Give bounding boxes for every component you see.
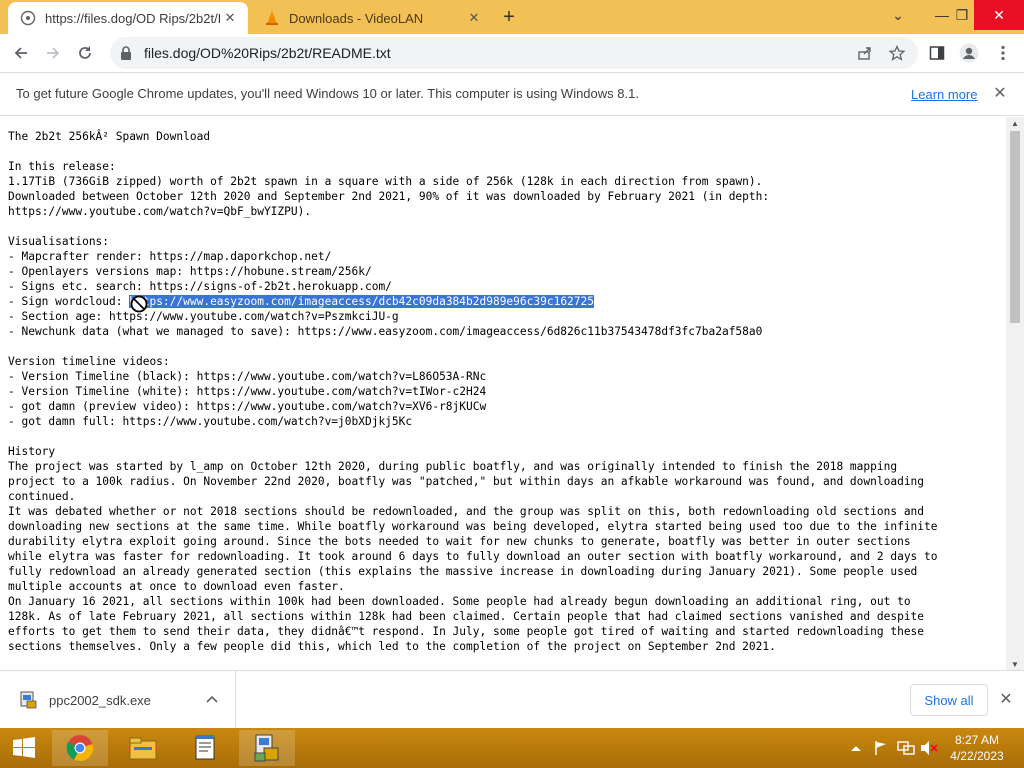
vlc-cone-icon bbox=[264, 10, 280, 26]
browser-toolbar: files.dog/OD%20Rips/2b2t/README.txt bbox=[0, 34, 1024, 72]
tab-title: Downloads - VideoLAN bbox=[289, 10, 424, 26]
doc-line: 1.17TiB (736GiB zipped) worth of 2b2t sp… bbox=[8, 175, 763, 188]
doc-line: efforts to get them to send their data, … bbox=[8, 625, 925, 638]
doc-line: multiple accounts at once to download ev… bbox=[8, 580, 345, 593]
doc-line: It was debated whether or not 2018 secti… bbox=[8, 505, 925, 518]
doc-line: History bbox=[8, 445, 56, 458]
doc-line: The 2b2t 256kÂ² Spawn Download bbox=[8, 130, 211, 143]
close-window-button[interactable]: ✕ bbox=[974, 0, 1024, 30]
tab-videolan[interactable]: Downloads - VideoLAN ✕ bbox=[252, 2, 492, 34]
doc-line: Visualisations: bbox=[8, 235, 110, 248]
tab-close-icon[interactable]: ✕ bbox=[464, 8, 484, 28]
volume-muted-icon[interactable] bbox=[920, 728, 938, 768]
tab-close-icon[interactable]: ✕ bbox=[220, 8, 240, 28]
doc-line: - Mapcrafter render: https://map.daporkc… bbox=[8, 250, 332, 263]
share-icon[interactable] bbox=[850, 37, 880, 69]
tab-strip: https://files.dog/OD Rips/2b2t/R ✕ Downl… bbox=[0, 0, 1024, 34]
update-infobar: To get future Google Chrome updates, you… bbox=[0, 72, 1024, 116]
file-explorer-taskbar-icon[interactable] bbox=[115, 730, 171, 766]
close-icon[interactable]: ✕ bbox=[990, 83, 1010, 103]
tab-search-icon[interactable]: ⌄ bbox=[878, 0, 918, 30]
profile-avatar-icon[interactable] bbox=[954, 38, 984, 68]
infobar-message: To get future Google Chrome updates, you… bbox=[16, 86, 639, 101]
bookmark-star-icon[interactable] bbox=[882, 37, 912, 69]
doc-line: 128k. As of late February 2021, all sect… bbox=[8, 610, 925, 623]
doc-line: - Version Timeline (black): https://www.… bbox=[8, 370, 487, 383]
installer-file-icon bbox=[19, 691, 37, 709]
notepad-taskbar-icon[interactable] bbox=[177, 730, 233, 766]
scrollbar-thumb[interactable] bbox=[1010, 131, 1020, 323]
taskbar-clock[interactable]: 8:27 AM 4/22/2023 bbox=[942, 732, 1012, 764]
chrome-taskbar-icon[interactable] bbox=[52, 730, 108, 766]
side-panel-icon[interactable] bbox=[922, 38, 952, 68]
doc-line: In this release: bbox=[8, 160, 116, 173]
lock-icon[interactable] bbox=[120, 46, 134, 60]
scroll-down-icon[interactable]: ▼ bbox=[1006, 658, 1024, 670]
tray-expand-icon[interactable] bbox=[850, 728, 862, 768]
not-allowed-cursor-icon bbox=[130, 295, 148, 313]
doc-line: - Newchunk data (what we managed to save… bbox=[8, 325, 763, 338]
tab-title: https://files.dog/OD Rips/2b2t/R bbox=[45, 10, 220, 26]
doc-line: durability elytra exploit going around. … bbox=[8, 535, 911, 548]
vertical-scrollbar[interactable]: ▲ ▼ bbox=[1006, 117, 1024, 670]
doc-line: - Openlayers versions map: https://hobun… bbox=[8, 265, 372, 278]
doc-line: - got damn full: https://www.youtube.com… bbox=[8, 415, 413, 428]
doc-line: - got damn (preview video): https://www.… bbox=[8, 400, 487, 413]
page-content[interactable]: The 2b2t 256kÂ² Spawn Download In this r… bbox=[0, 117, 1006, 670]
readme-text: The 2b2t 256kÂ² Spawn Download In this r… bbox=[8, 129, 938, 654]
download-item[interactable]: ppc2002_sdk.exe bbox=[0, 671, 236, 728]
address-bar[interactable]: files.dog/OD%20Rips/2b2t/README.txt bbox=[110, 37, 918, 69]
doc-line: - Sign wordcloud: bbox=[8, 295, 130, 308]
clock-time: 8:27 AM bbox=[954, 733, 1000, 747]
doc-line: Downloaded between October 12th 2020 and… bbox=[8, 190, 770, 203]
doc-line: continued. bbox=[8, 490, 76, 503]
close-shelf-icon[interactable]: ✕ bbox=[996, 689, 1016, 709]
chevron-up-icon[interactable] bbox=[204, 691, 220, 707]
back-icon[interactable] bbox=[6, 38, 36, 68]
doc-line: sections themselves. Only a few people d… bbox=[8, 640, 776, 653]
selected-link-text[interactable]: https://www.easyzoom.com/imageaccess/dcb… bbox=[129, 295, 594, 308]
network-icon[interactable] bbox=[897, 728, 915, 768]
scroll-up-icon[interactable]: ▲ bbox=[1006, 117, 1024, 129]
windows-start-icon[interactable] bbox=[0, 728, 48, 768]
url-text[interactable]: files.dog/OD%20Rips/2b2t/README.txt bbox=[144, 45, 391, 61]
doc-line: - Signs etc. search: https://signs-of-2b… bbox=[8, 280, 392, 293]
action-center-flag-icon[interactable] bbox=[873, 728, 889, 768]
downloads-shelf: ppc2002_sdk.exe Show all ✕ bbox=[0, 670, 1024, 728]
new-tab-button[interactable]: + bbox=[498, 6, 520, 28]
doc-line: Version timeline videos: bbox=[8, 355, 170, 368]
doc-line: - Version Timeline (white): https://www.… bbox=[8, 385, 487, 398]
download-filename: ppc2002_sdk.exe bbox=[49, 693, 151, 708]
installer-taskbar-icon[interactable] bbox=[239, 730, 295, 766]
globe-icon bbox=[20, 10, 36, 26]
tab-readme[interactable]: https://files.dog/OD Rips/2b2t/R ✕ bbox=[8, 2, 248, 34]
forward-icon[interactable] bbox=[38, 38, 68, 68]
doc-line: On January 16 2021, all sections within … bbox=[8, 595, 911, 608]
menu-kebab-icon[interactable] bbox=[988, 38, 1018, 68]
doc-line: - Section age: https://www.youtube.com/w… bbox=[8, 310, 399, 323]
show-all-button[interactable]: Show all bbox=[910, 684, 988, 716]
doc-line: fully redownload an already generated se… bbox=[8, 565, 918, 578]
clock-date: 4/22/2023 bbox=[950, 749, 1004, 763]
reload-icon[interactable] bbox=[70, 38, 100, 68]
learn-more-link[interactable]: Learn more bbox=[911, 87, 977, 102]
doc-line: downloading new sections at the same tim… bbox=[8, 520, 938, 533]
doc-line: while elytra was faster for redownloadin… bbox=[8, 550, 938, 563]
doc-line: The project was started by l_amp on Octo… bbox=[8, 460, 898, 473]
doc-line: project to a 100k radius. On November 22… bbox=[8, 475, 925, 488]
windows-taskbar: 8:27 AM 4/22/2023 bbox=[0, 728, 1024, 768]
doc-line: https://www.youtube.com/watch?v=QbF_bwYI… bbox=[8, 205, 312, 218]
